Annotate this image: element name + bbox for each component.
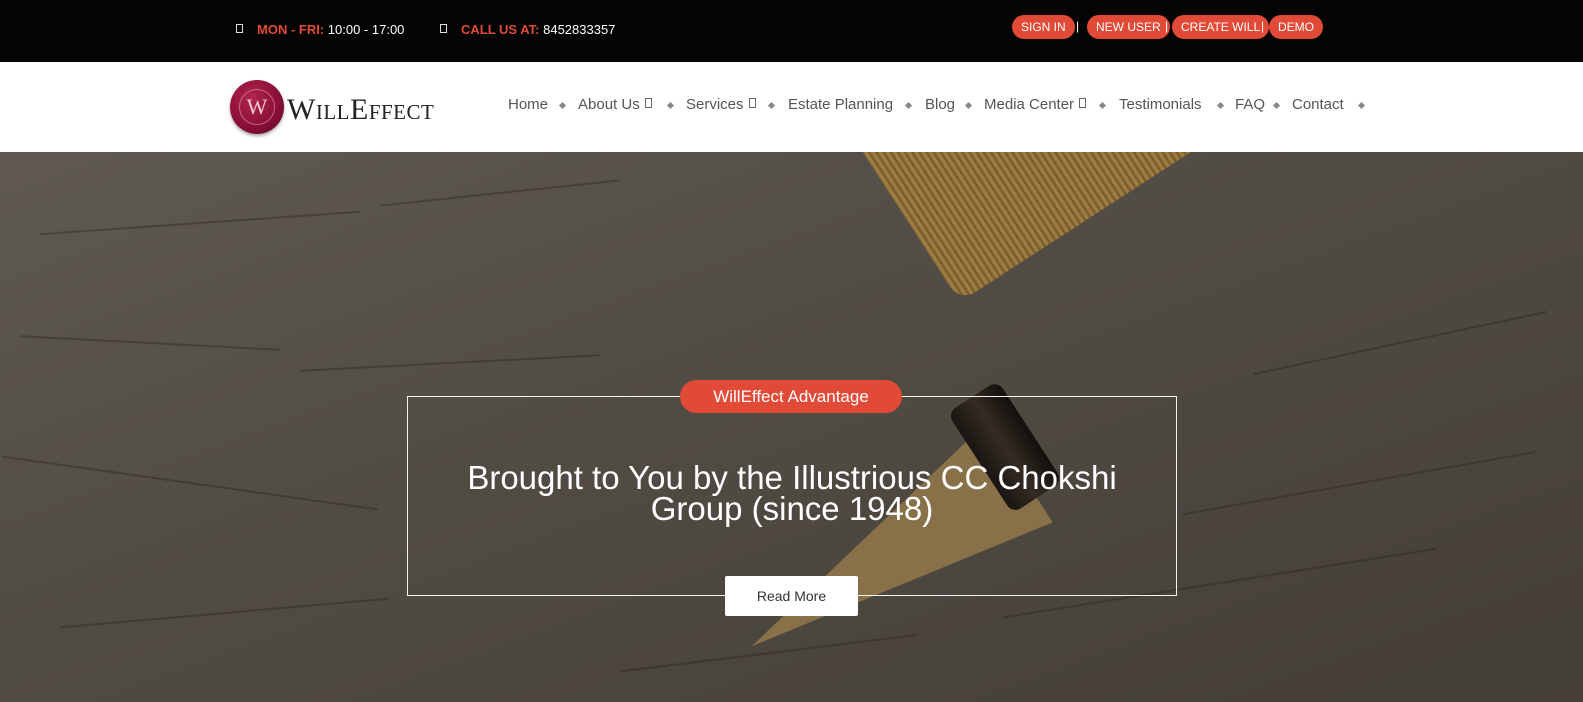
nav-divider xyxy=(1357,101,1366,110)
nav-divider xyxy=(1098,101,1107,110)
separator: | xyxy=(1076,19,1080,33)
main-header: W WILLEFFECT Home About Us Services Esta… xyxy=(0,62,1583,152)
demo-button[interactable]: DEMO xyxy=(1269,15,1323,39)
separator: | xyxy=(1261,19,1265,33)
chevron-down-icon xyxy=(1079,98,1087,108)
nav-divider xyxy=(964,101,973,110)
clock-icon xyxy=(236,24,243,33)
nav-divider xyxy=(767,101,776,110)
nav-estate-planning[interactable]: Estate Planning xyxy=(788,96,893,113)
separator: | xyxy=(1165,19,1169,33)
nav-services[interactable]: Services xyxy=(686,96,756,113)
nav-home[interactable]: Home xyxy=(508,96,548,113)
nav-divider xyxy=(1216,101,1225,110)
chevron-down-icon xyxy=(644,98,652,108)
hero-slider: WillEffect Advantage Brought to You by t… xyxy=(0,152,1583,702)
nav-contact[interactable]: Contact xyxy=(1292,96,1344,113)
slide-headline: Brought to You by the Illustrious CC Cho… xyxy=(467,459,1117,527)
sign-in-button[interactable]: SIGN IN xyxy=(1012,15,1075,39)
top-bar: MON - FRI: 10:00 - 17:00 CALL US AT: 845… xyxy=(0,0,1583,62)
create-will-button[interactable]: CREATE WILL xyxy=(1172,15,1270,39)
phone-number[interactable]: 8452833357 xyxy=(543,22,615,37)
slide-badge: WillEffect Advantage xyxy=(680,380,902,413)
new-user-button[interactable]: NEW USER xyxy=(1087,15,1170,39)
nav-divider xyxy=(666,101,675,110)
nav-faq[interactable]: FAQ xyxy=(1235,96,1265,113)
call-label: CALL US AT: xyxy=(461,22,540,37)
nav-blog[interactable]: Blog xyxy=(925,96,955,113)
business-hours: MON - FRI: 10:00 - 17:00 xyxy=(236,22,404,37)
chevron-down-icon xyxy=(748,98,756,108)
hours-value: 10:00 - 17:00 xyxy=(327,22,405,37)
nav-media-center[interactable]: Media Center xyxy=(984,96,1087,113)
main-nav: Home About Us Services Estate Planning B… xyxy=(0,96,1583,126)
phone-icon xyxy=(440,24,447,33)
nav-divider xyxy=(904,101,913,110)
read-more-button[interactable]: Read More xyxy=(725,576,858,616)
nav-about-us[interactable]: About Us xyxy=(578,96,652,113)
nav-divider xyxy=(1272,101,1281,110)
nav-divider xyxy=(558,101,567,110)
phone-info: CALL US AT: 8452833357 xyxy=(440,22,615,37)
nav-testimonials[interactable]: Testimonials xyxy=(1119,96,1202,113)
hours-label: MON - FRI: xyxy=(257,22,325,37)
